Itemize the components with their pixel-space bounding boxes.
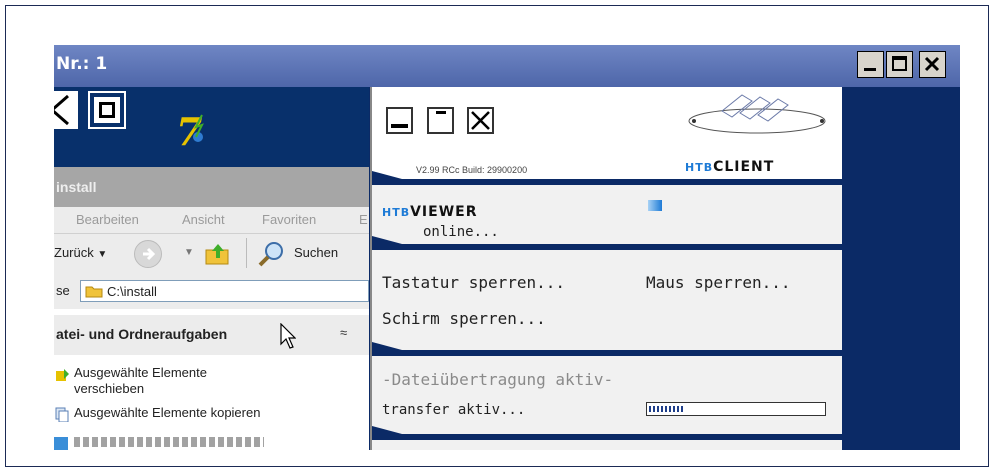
htb-close-button[interactable] (467, 107, 494, 134)
tasks-pane: atei- und Ordneraufgaben ≈ Ausgewählte E… (54, 309, 369, 450)
toolbar-divider (246, 238, 247, 268)
viewer-name: VIEWER (410, 204, 478, 220)
menu-bearbeiten[interactable]: Bearbeiten (76, 212, 139, 227)
address-field[interactable]: C:\install (80, 280, 369, 302)
transfer-progress-fill (649, 406, 684, 412)
viewer-prefix: HTB (382, 206, 411, 219)
viewer-section: HTBVIEWER online... (372, 185, 842, 244)
search-icon (258, 242, 283, 267)
htb-globe-logo-icon (688, 94, 826, 134)
address-label: se (56, 283, 70, 298)
remote-desktop-background (842, 87, 960, 450)
minimize-button[interactable] (857, 51, 884, 78)
forward-dropdown-icon[interactable]: ▼ (184, 247, 194, 258)
forward-button[interactable] (134, 240, 162, 268)
htb-minimize-button[interactable] (386, 107, 413, 134)
tasks-title: atei- und Ordneraufgaben (56, 326, 228, 342)
transfer-status: transfer aktiv... (382, 402, 526, 418)
explorer-window: 7 install Bearbeiten Ansicht Favoriten E… (54, 87, 369, 450)
restore-icon (436, 111, 446, 114)
version-text: V2.99 RCc Build: 29900200 (416, 165, 528, 175)
copy-icon (54, 406, 70, 423)
desktop-logo-icon: 7 (172, 109, 212, 154)
remote-window: Nr.: 1 7 install Bearbeiten Ansicht Favo… (54, 45, 960, 450)
close-icon (924, 56, 940, 72)
move-icon (54, 367, 70, 383)
explorer-titlebar[interactable]: install (54, 167, 369, 207)
address-bar: se C:\install (54, 273, 369, 309)
up-folder-button[interactable] (204, 240, 232, 268)
htb-restore-button[interactable] (427, 107, 454, 134)
htb-client-brand: HTBCLIENT (685, 156, 774, 175)
lock-screen-button[interactable]: Schirm sperren... (382, 309, 546, 328)
menu-extras[interactable]: E (359, 212, 368, 227)
up-folder-icon (205, 244, 229, 265)
minimize-icon (864, 68, 876, 71)
menu-ansicht[interactable]: Ansicht (182, 212, 225, 227)
collapse-chevron-icon[interactable]: ≈ (340, 325, 347, 340)
brand-name: CLIENT (713, 159, 775, 175)
remote-desktop-area: 7 (54, 87, 369, 167)
window-titlebar[interactable]: Nr.: 1 (54, 45, 960, 87)
maximize-large-button[interactable] (88, 91, 126, 129)
back-arrow-icon (54, 94, 69, 126)
lock-mouse-button[interactable]: Maus sperren... (646, 273, 791, 292)
maximize-icon (892, 56, 907, 71)
maximize-icon (94, 97, 120, 123)
transfer-heading: -Dateiübertragung aktiv- (382, 370, 614, 389)
folder-icon (85, 286, 103, 298)
task-move[interactable]: Ausgewählte Elemente verschieben (74, 365, 254, 397)
htb-viewer-brand: HTBVIEWER (382, 201, 478, 220)
maximize-button[interactable] (886, 51, 913, 78)
menu-favoriten[interactable]: Favoriten (262, 212, 316, 227)
dropdown-arrow-icon: ▼ (97, 249, 108, 260)
brand-prefix: HTB (685, 161, 714, 174)
lock-actions-section: Tastatur sperren... Maus sperren... Schi… (372, 250, 842, 350)
explorer-menubar: Bearbeiten Ansicht Favoriten E (54, 207, 369, 233)
close-icon (471, 111, 490, 130)
screenshot-frame: Nr.: 1 7 install Bearbeiten Ansicht Favo… (5, 5, 989, 467)
restore-down-button[interactable] (54, 91, 78, 129)
back-label: Zurück (54, 245, 94, 260)
task-cutoff-row (54, 429, 369, 450)
close-button[interactable] (919, 51, 946, 78)
tasks-header[interactable]: atei- und Ordneraufgaben ≈ (54, 315, 369, 355)
back-button[interactable]: Zurück ▼ (54, 245, 107, 260)
viewer-status: online... (423, 224, 499, 240)
minimize-icon (391, 124, 408, 128)
htb-client-panel: V2.99 RCc Build: 29900200 HTBCLIENT HTBV… (370, 87, 842, 450)
search-label: Suchen (294, 245, 339, 260)
task-copy[interactable]: Ausgewählte Elemente kopieren (74, 405, 260, 421)
lock-keyboard-button[interactable]: Tastatur sperren... (382, 273, 565, 292)
explorer-title: install (56, 179, 97, 195)
transfer-section: -Dateiübertragung aktiv- transfer aktiv.… (372, 356, 842, 434)
window-title: Nr.: 1 (56, 54, 108, 74)
forward-arrow-icon (143, 247, 156, 261)
viewer-status-indicator (648, 200, 662, 211)
transfer-progress-bar (646, 402, 826, 416)
mouse-cursor-icon (280, 323, 296, 349)
bottom-section (372, 440, 842, 450)
explorer-toolbar: Zurück ▼ ▼ Suchen (54, 233, 369, 274)
htb-header: V2.99 RCc Build: 29900200 HTBCLIENT (372, 87, 842, 179)
address-value: C:\install (107, 284, 157, 299)
